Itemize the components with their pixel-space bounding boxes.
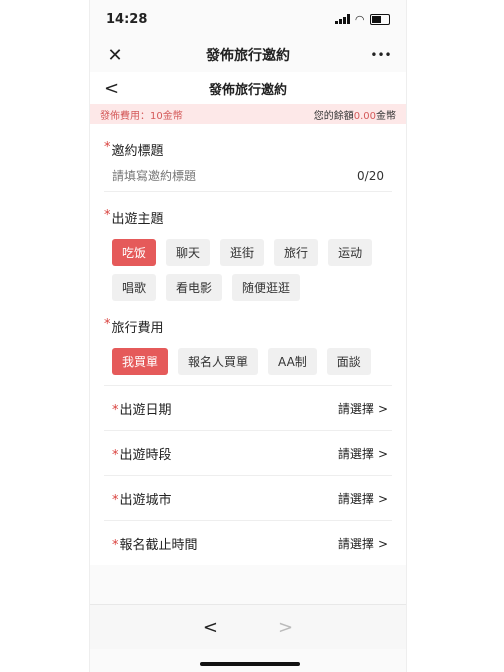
chevron-right-icon: >: [377, 446, 388, 461]
battery-icon: [370, 13, 390, 25]
invite-form: *邀約標題 0/20 *出遊主題 吃饭聊天逛街旅行运动唱歌看电影随便逛逛 *旅行…: [90, 124, 406, 565]
picker-value: 請選擇 >: [337, 536, 388, 551]
cost-chip[interactable]: 報名人買單: [178, 348, 259, 375]
chevron-right-icon: >: [377, 536, 388, 551]
more-icon[interactable]: •••: [370, 48, 392, 62]
balance-text: 您的餘額0.00金幣: [313, 110, 396, 122]
invite-title-label: * 邀約標題: [104, 140, 164, 159]
theme-chip[interactable]: 运动: [328, 239, 373, 266]
picker-label: *報名截止時間: [112, 537, 198, 553]
home-indicator: [200, 662, 300, 666]
chevron-right-icon: >: [377, 491, 388, 506]
browser-nav: < >: [90, 604, 406, 649]
status-bar: 14:28 ◠: [90, 0, 406, 38]
cost-chip[interactable]: 面談: [326, 348, 371, 375]
cost-chip[interactable]: AA制: [268, 348, 317, 375]
status-time: 14:28: [106, 11, 148, 27]
theme-chip[interactable]: 吃饭: [112, 239, 157, 266]
webview-bar: ✕ 發佈旅行邀約 •••: [90, 38, 406, 72]
back-icon[interactable]: <: [104, 78, 119, 99]
wifi-icon: ◠: [355, 12, 364, 26]
theme-chip[interactable]: 旅行: [274, 239, 319, 266]
picker-value: 請選擇 >: [337, 401, 388, 416]
theme-chip[interactable]: 看电影: [166, 274, 223, 301]
picker-row[interactable]: *出遊時段 請選擇 >: [104, 430, 392, 475]
cost-options: 我買單 報名人買單 AA制 面談: [104, 336, 392, 385]
status-icons: ◠: [334, 12, 390, 26]
signal-icon: [334, 14, 350, 24]
theme-chip[interactable]: 唱歌: [112, 274, 157, 301]
nav-forward-icon[interactable]: >: [278, 617, 293, 638]
picker-row[interactable]: *出遊城市 請選擇 >: [104, 475, 392, 520]
cost-chip[interactable]: 我買單: [112, 348, 169, 375]
nav-back-icon[interactable]: <: [203, 617, 218, 638]
picker-value: 請選擇 >: [337, 491, 388, 506]
theme-options: 吃饭 聊天 逛街 旅行 运动唱歌 看电影 随便逛逛: [104, 227, 392, 311]
page-header: < 發佈旅行邀約: [90, 72, 406, 104]
page-title: 發佈旅行邀約: [208, 82, 287, 98]
close-icon[interactable]: ✕: [104, 45, 126, 66]
fee-text: 發佈費用：10金幣: [100, 110, 183, 122]
theme-chip[interactable]: 随便逛逛: [232, 274, 301, 301]
picker-rows: *出遊日期 請選擇 > *出遊時段 請選擇 > *出遊城市 請選擇 > *報名截止時間 請選擇 >: [104, 385, 392, 565]
picker-row[interactable]: *報名截止時間 請選擇 >: [104, 520, 392, 565]
fee-banner: 發佈費用：10金幣 您的餘額0.00金幣: [90, 104, 406, 124]
theme-chip[interactable]: 聊天: [166, 239, 211, 266]
phone-screen: 14:28 ◠ ✕ 發佈旅行邀約 ••• < 發佈旅行邀約 發佈費用：10金幣 …: [90, 0, 406, 672]
theme-chip[interactable]: 逛街: [220, 239, 265, 266]
invite-title-row: 0/20: [104, 159, 392, 192]
theme-label: * 出遊主題: [104, 208, 164, 227]
picker-label: *出遊城市: [112, 492, 172, 508]
picker-value: 請選擇 >: [337, 446, 388, 461]
picker-row[interactable]: *出遊日期 請選擇 >: [104, 385, 392, 430]
chevron-right-icon: >: [377, 401, 388, 416]
webview-title: 發佈旅行邀約: [206, 48, 290, 64]
char-counter: 0/20: [357, 169, 384, 183]
picker-label: *出遊時段: [112, 447, 172, 463]
cost-label: * 旅行費用: [104, 317, 164, 336]
invite-title-input[interactable]: [112, 169, 312, 183]
picker-label: *出遊日期: [112, 402, 172, 418]
